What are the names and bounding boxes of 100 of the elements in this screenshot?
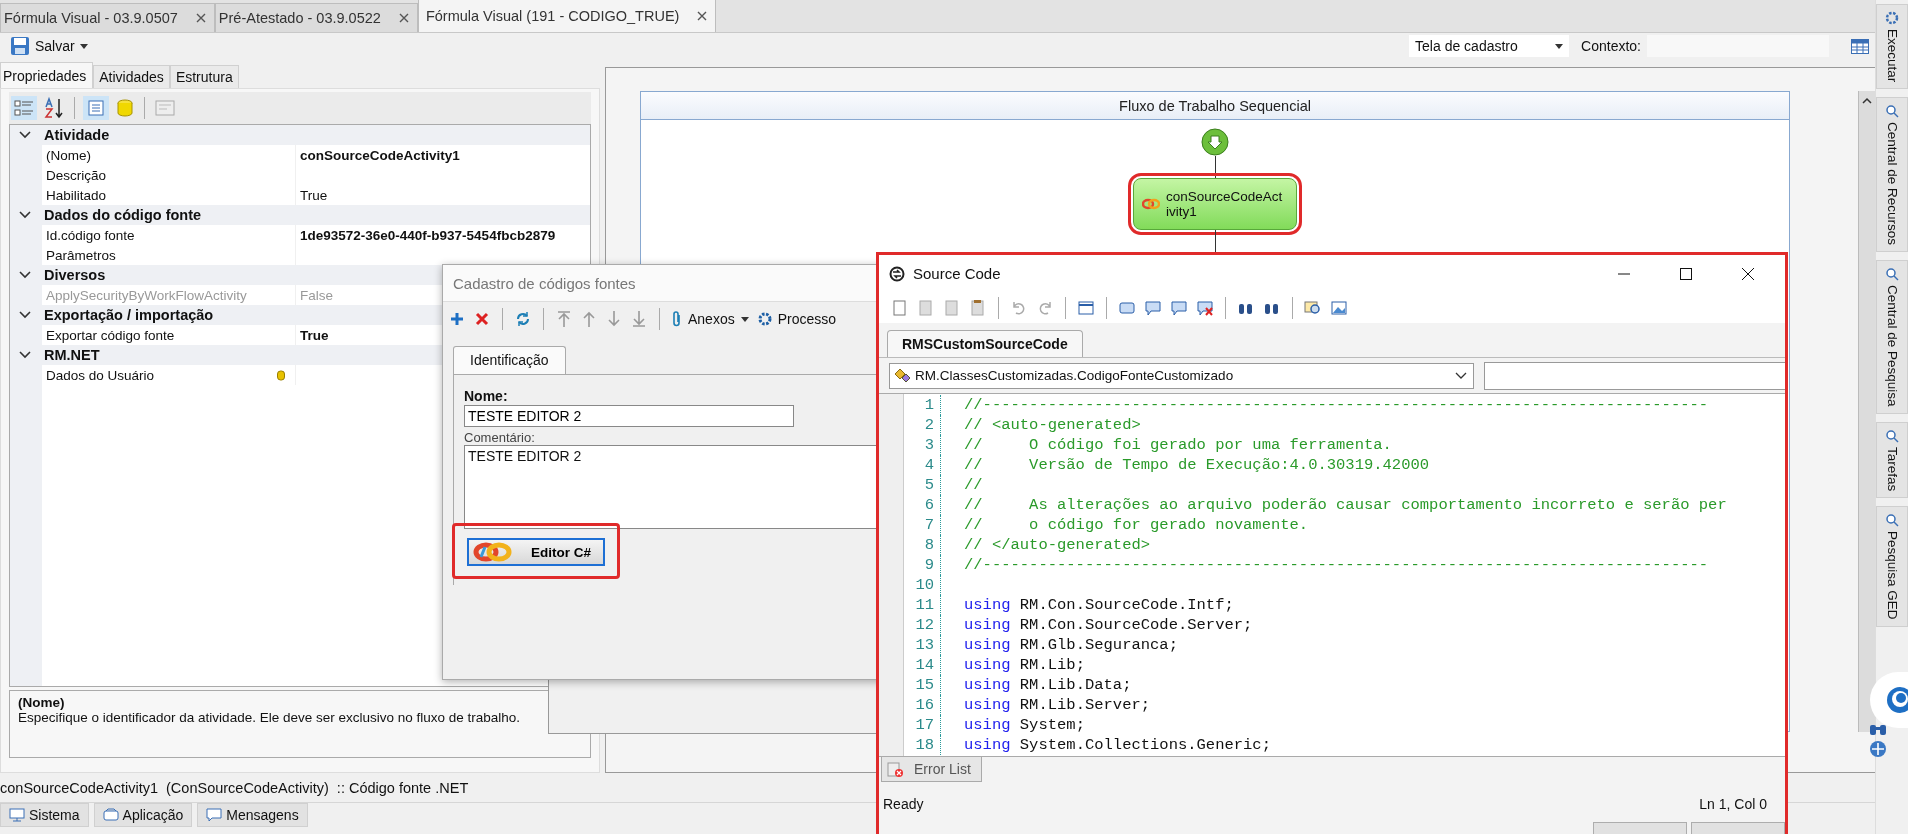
code-comment: // <auto-generated> [964,416,1141,434]
line-number: 12 [904,615,941,635]
screen-dropdown[interactable]: Tela de cadastro [1409,35,1570,57]
app-icon [889,265,905,282]
monitor-icon [9,808,25,822]
chevron-down-icon [1455,371,1467,380]
paperclip-icon [672,311,682,327]
panel-tab[interactable]: Atividades [93,65,170,88]
move-icon[interactable] [1869,740,1887,758]
binoculars-icon[interactable] [1869,722,1887,736]
line-number: 18 [904,735,941,755]
chevron-icon[interactable] [18,310,32,320]
plus-icon[interactable] [449,311,465,327]
bottom-tab[interactable]: Sistema [0,803,89,827]
speech-bubble-icon[interactable] [1196,298,1214,317]
side-tab[interactable]: Executar [1876,4,1908,90]
class-icon [893,367,911,384]
category-label: Diversos [44,267,106,283]
caret-up-icon[interactable] [1862,97,1872,104]
line-number: 4 [904,455,941,475]
panel-tab[interactable]: Propriedades [0,62,94,88]
maximize-icon[interactable] [1680,267,1692,280]
class-dropdown[interactable]: RM.ClassesCustomizadas.CodigoFonteCustomizado [889,362,1474,389]
code-line: using RM.Con.SourceCode.Intf; [964,596,1234,614]
chevron-icon[interactable] [18,210,32,220]
delete-icon[interactable] [474,311,490,327]
document-tab[interactable]: Fórmula Visual - 03.9.0507 [0,3,215,32]
attachments-button[interactable]: Anexos [672,311,749,327]
sort-az-icon[interactable] [42,96,66,120]
bottom-tab[interactable]: Mensagens [197,803,308,827]
scrollbar[interactable] [1858,91,1875,732]
message-icon [206,808,223,822]
chevron-icon[interactable] [18,130,32,140]
comment-field[interactable]: TESTE EDITOR 2 [464,445,876,529]
arrow-up-icon[interactable] [581,310,597,328]
name-label: Nome: [464,388,508,404]
property-value[interactable]: conSourceCodeActivity1 [300,147,460,163]
member-dropdown[interactable] [1484,361,1785,390]
magnifier-icon[interactable] [1304,298,1322,317]
line-number: 6 [904,495,941,515]
editor-tab[interactable]: RMSCustomSourceCode [887,330,1083,357]
document-tab[interactable]: Pré-Atestado - 03.9.0522 [214,3,418,32]
database-icon[interactable] [277,369,285,381]
start-icon[interactable] [1201,128,1229,156]
arrow-down-icon[interactable] [606,310,622,328]
search-icon [1885,428,1899,443]
arrow-bottom-icon[interactable] [631,310,647,328]
close-icon[interactable] [697,11,708,21]
line-number: 15 [904,675,941,695]
line-number: 2 [904,415,941,435]
gear-icon [1885,11,1899,25]
clipboard-icon[interactable] [969,298,987,317]
panel-tab[interactable]: Estrutura [169,65,239,88]
side-tab[interactable]: Central de Pesquisa [1876,260,1908,414]
chevron-icon[interactable] [18,270,32,280]
property-value[interactable]: True [300,327,329,343]
speech-bubble-icon[interactable] [1144,298,1162,317]
code-comment: // O código foi gerado por uma ferramenta. [964,436,1392,454]
error-list-tab[interactable]: Error List [881,757,982,782]
chevron-icon[interactable] [18,350,32,360]
side-tab[interactable]: Pesquisa GED [1876,506,1908,627]
category-label: Dados do código fonte [44,207,202,223]
search-icon [1885,513,1899,528]
name-field[interactable]: TESTE EDITOR 2 [464,405,794,427]
categorized-icon[interactable] [11,96,37,120]
context-label: Contexto: [1581,38,1641,54]
property-name: Id.código fonte [42,225,296,245]
category-label: Atividade [44,127,110,143]
bottom-tab[interactable]: Aplicação [93,803,193,827]
chat-icon[interactable] [1870,672,1908,728]
code-comment: // [964,476,983,494]
description-text: Especifique o identificador da atividade. Ele deve ser exclusivo no fluxo de trabalho. [18,710,522,725]
caret-icon [740,316,749,322]
code-comment: // </auto-generated> [964,536,1151,554]
comment-label: Comentário: [464,430,535,445]
line-number: 1 [904,395,941,415]
category-label: Exportação / importação [44,307,214,323]
description-title: (Nome) [18,695,66,710]
caret-icon [79,43,88,49]
close-icon[interactable] [1742,267,1754,280]
property-value[interactable]: True [300,187,328,203]
code-line: using RM.Glb.Seguranca; [964,636,1178,654]
arrow-top-icon[interactable] [556,310,572,328]
processes-button[interactable]: Processo [757,311,837,327]
property-value[interactable]: 1de93572-36e0-440f-b937-5454fbcb2879 [300,227,556,243]
refresh-icon[interactable] [515,311,531,327]
gear-icon [757,312,772,326]
rings-icon [1142,198,1160,210]
side-tab[interactable]: Tarefas [1876,421,1908,499]
dialog-tab[interactable]: Identificação [453,346,566,374]
line-number: 5 [904,475,941,495]
save-button[interactable]: Salvar [6,36,92,56]
speech-bubble-icon[interactable] [1170,298,1188,317]
table-icon[interactable] [1851,38,1869,54]
document-tab[interactable]: Fórmula Visual (191 - CODIGO_TRUE) [417,0,717,32]
editor-button[interactable]: Editor C# [467,538,605,566]
image-icon[interactable] [1330,298,1348,317]
list-icon[interactable] [83,96,109,120]
line-number: 9 [904,555,941,575]
side-tab[interactable]: Central de Recursos [1876,97,1908,253]
